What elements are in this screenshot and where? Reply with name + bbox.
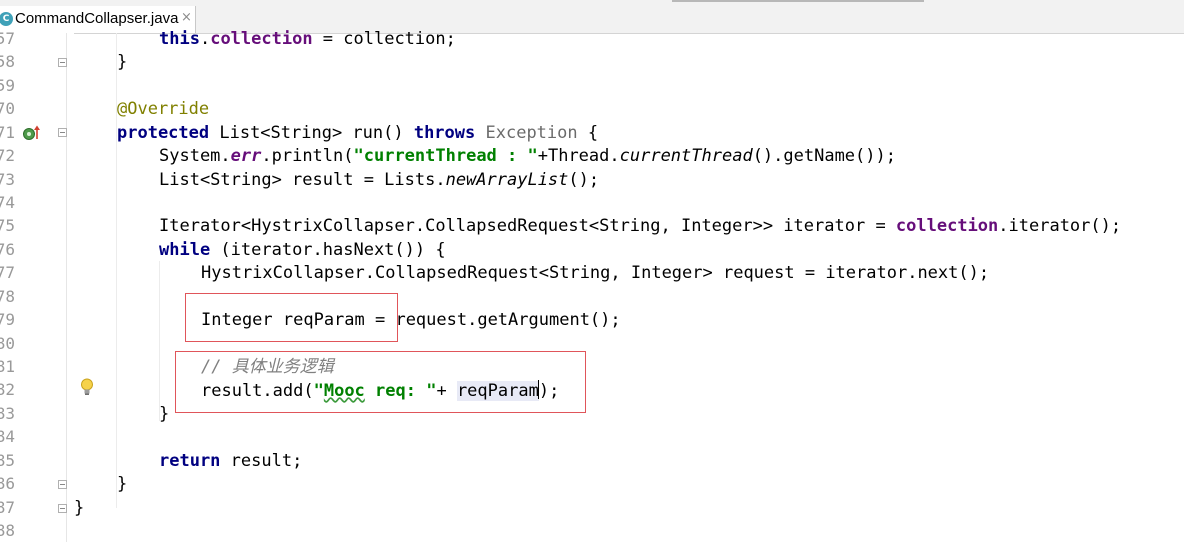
line-number: 86	[0, 474, 15, 493]
highlight-box-business-logic	[175, 351, 586, 413]
code-line-83: }	[159, 404, 170, 424]
java-class-icon: C	[0, 12, 13, 26]
line-number: 72	[0, 146, 15, 165]
fold-marker[interactable]	[58, 128, 67, 137]
code-line-85: return result;	[159, 451, 303, 471]
code-line-77: HystrixCollapser.CollapsedRequest<String…	[201, 263, 990, 283]
code-line-57: this.collection = collection;	[159, 29, 456, 49]
code-line-72: System.err.println("currentThread : "+Th…	[159, 146, 896, 166]
line-number: 80	[0, 334, 15, 353]
highlight-box-reqparam	[185, 293, 398, 342]
code-line-86: }	[117, 474, 128, 494]
fold-marker[interactable]	[58, 504, 67, 513]
line-number: 82	[0, 380, 15, 399]
code-line-70: @Override	[117, 99, 210, 119]
line-number: 70	[0, 99, 15, 118]
line-number: 58	[0, 52, 15, 71]
code-line-73: List<String> result = Lists.newArrayList…	[159, 170, 600, 190]
line-number: 77	[0, 263, 15, 282]
code-line-58: }	[117, 52, 128, 72]
line-number: 88	[0, 521, 15, 540]
line-number: 87	[0, 498, 15, 517]
code-line-87: }	[74, 498, 85, 518]
tab-label: CommandCollapser.java	[15, 10, 179, 27]
code-line-76: while (iterator.hasNext()) {	[159, 240, 446, 260]
fold-marker[interactable]	[58, 58, 67, 67]
line-number: 79	[0, 310, 15, 329]
line-number: 71	[0, 123, 15, 142]
line-number: 59	[0, 76, 15, 95]
line-number: 84	[0, 427, 15, 446]
indent-guide	[159, 261, 160, 421]
code-editor[interactable]: this.collection = collection; } @Overrid…	[74, 29, 1184, 542]
line-number: 85	[0, 451, 15, 470]
line-number: 73	[0, 170, 15, 189]
close-icon[interactable]: ×	[181, 10, 192, 25]
line-number: 78	[0, 287, 15, 306]
code-line-71: protected List<String> run() throws Exce…	[117, 123, 599, 143]
tab-bar-scroll-thumb[interactable]	[672, 0, 924, 2]
fold-marker[interactable]	[58, 480, 67, 489]
line-number: 74	[0, 193, 15, 212]
override-marker-icon[interactable]	[22, 124, 42, 142]
line-number: 83	[0, 404, 15, 423]
code-line-75: Iterator<HystrixCollapser.CollapsedReque…	[159, 216, 1122, 236]
line-number: 76	[0, 240, 15, 259]
gutter-separator	[66, 33, 67, 542]
line-number: 57	[0, 29, 15, 48]
line-number: 81	[0, 357, 15, 376]
line-number: 75	[0, 216, 15, 235]
